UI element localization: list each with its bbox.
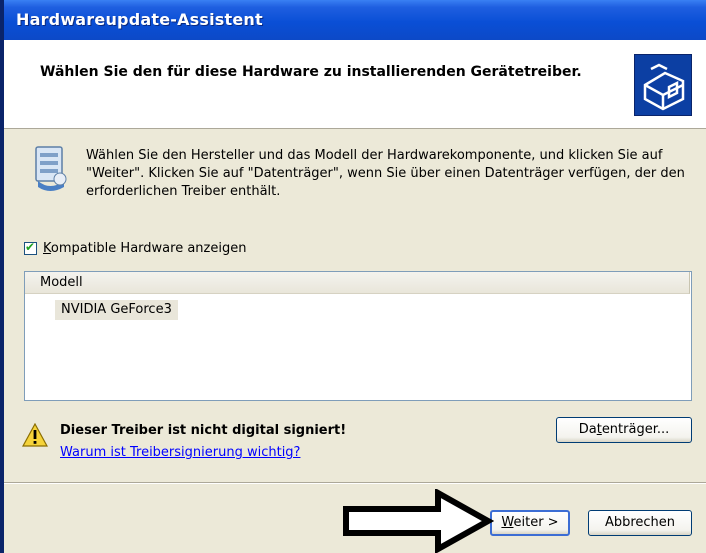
cancel-button[interactable]: Abbrechen [588,510,692,536]
driver-install-icon [35,146,67,191]
window-title: Hardwareupdate-Assistent [16,10,263,29]
compatible-hardware-checkbox[interactable]: ✔ [24,240,37,255]
model-listbox[interactable]: Modell NVIDIA GeForce3 [24,271,692,401]
next-button[interactable]: Weiter > [490,510,570,536]
list-item[interactable]: NVIDIA GeForce3 [55,300,178,320]
compatible-hardware-checkbox-row[interactable]: ✔ Kompatible Hardware anzeigen [24,240,246,256]
driver-signing-help-link[interactable]: Warum ist Treibersignierung wichtig? [60,445,300,460]
footer-separator [4,482,706,484]
compatible-hardware-label[interactable]: Kompatible Hardware anzeigen [43,241,246,256]
have-disk-button[interactable]: Datenträger... [556,417,692,443]
title-bar[interactable]: Hardwareupdate-Assistent [4,0,706,40]
header-title: Wählen Sie den für diese Hardware zu ins… [40,64,582,80]
column-header-modell[interactable]: Modell [25,272,690,294]
warning-icon [22,423,48,447]
checkmark-icon: ✔ [25,240,36,254]
instructions-text: Wählen Sie den Hersteller und das Modell… [86,148,685,199]
hardware-icon [634,54,692,116]
wizard-content: Wählen Sie den Hersteller und das Modell… [4,129,706,481]
annotation-arrow-icon [343,489,494,553]
unsigned-driver-warning: Dieser Treiber ist nicht digital signier… [60,423,347,438]
wizard-header: Wählen Sie den für diese Hardware zu ins… [4,40,706,129]
